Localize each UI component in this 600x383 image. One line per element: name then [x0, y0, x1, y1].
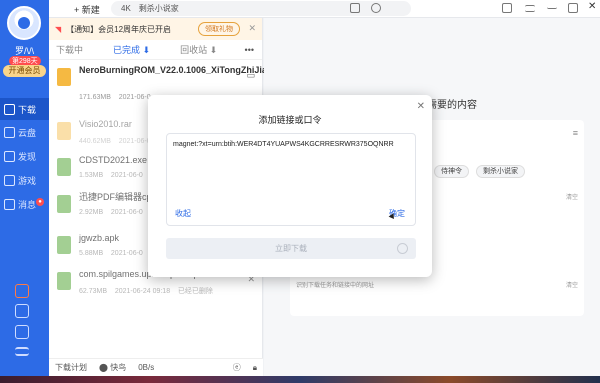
sidebar-item-label: 云盘 [18, 127, 37, 138]
download-now-label: 立即下载 [275, 244, 307, 253]
file-name: Visio2010.rar [79, 119, 132, 129]
shirt-icon[interactable] [502, 3, 512, 13]
download-plan-link[interactable]: 下载计划 [55, 362, 87, 373]
sidebar-item-game[interactable]: 游戏 [0, 169, 49, 191]
message-badge: ● [36, 198, 44, 206]
zip-file-icon [57, 68, 71, 86]
cloud-icon [4, 126, 15, 138]
minimize-icon[interactable] [547, 3, 557, 9]
game-icon [4, 174, 15, 186]
tab-completed[interactable]: 已完成 ⬇ [113, 43, 150, 56]
download-now-button[interactable]: 立即下载 [166, 238, 416, 259]
status-bar: 下载计划 ⬤ 快鸟 0B/s ⓔ 🔒︎ [49, 358, 263, 376]
apk-file-icon [57, 236, 71, 254]
new-task-button[interactable]: + 新建 [69, 2, 105, 16]
file-name: CDSTD2021.exe [79, 155, 148, 165]
search-icon[interactable] [371, 3, 381, 13]
rar-file-icon [57, 122, 71, 140]
sidebar-item-download[interactable]: 下载 [0, 98, 49, 120]
tab-downloading[interactable]: 下载中 [56, 43, 83, 56]
loading-icon [397, 243, 408, 254]
close-icon[interactable]: ✕ [417, 101, 425, 112]
tab-recycle[interactable]: 回收站 ⬇ [180, 43, 217, 56]
notice-text: 【通知】会员12周年庆已开启 [66, 24, 172, 34]
download-icon [4, 103, 15, 115]
exe-file-icon [57, 158, 71, 176]
close-icon[interactable]: ✕ [248, 23, 256, 34]
file-name: jgwzb.apk [79, 233, 120, 243]
menu-icon[interactable] [525, 5, 535, 12]
notice-icon: ◥ [55, 24, 62, 34]
sidebar-item-label: 发现 [18, 151, 37, 162]
sidebar-item-label: 消息 [18, 199, 37, 210]
clear-button[interactable]: 清空 [566, 192, 578, 201]
browser-icon[interactable]: ⓔ [233, 362, 241, 373]
message-icon [4, 198, 15, 210]
sidebar: 罗/\/\ 第298天 开通会员 下载 云盘 发现 游戏 消息 ● [0, 0, 49, 383]
dialog-title: 添加链接或口令 [258, 115, 322, 125]
sidebar-item-label: 游戏 [18, 175, 37, 186]
speed-readout: 0B/s [138, 363, 155, 372]
empty-hint: 识别下载任务和链接中的网址 [296, 283, 375, 289]
folder-icon[interactable] [350, 3, 360, 13]
search-input[interactable]: 4K 剩杀小说家 [111, 1, 411, 16]
desktop-strip [0, 376, 600, 383]
search-text: 剩杀小说家 [138, 4, 179, 13]
get-gift-button[interactable]: 领取礼物 [198, 22, 240, 36]
file-meta: 62.73MB 2021-06-24 09:18 已经已删除 [79, 288, 213, 295]
tag-pill[interactable]: 剩杀小说家 [476, 165, 525, 178]
quality-tag: 4K [121, 4, 131, 13]
list-icon[interactable]: ≡ [573, 128, 578, 138]
sidebar-item-message[interactable]: 消息 ● [0, 193, 49, 215]
crown-icon[interactable] [15, 304, 29, 318]
link-textarea[interactable]: magnet:?xt=urn:btih:WER4DT4YUAPWS4KGCRRE… [166, 133, 416, 226]
file-name: NeroBurningROM_V22.0.1006_XiTongZhiJia.z… [79, 65, 282, 75]
top-bar: + 新建 4K 剩杀小说家 ✕ [49, 0, 600, 18]
apk-file-icon [57, 272, 71, 290]
open-folder-icon[interactable]: ▭ [246, 70, 255, 81]
tag-pill[interactable]: 侍神令 [434, 165, 469, 178]
fire-icon[interactable] [15, 284, 29, 298]
exe-file-icon [57, 195, 71, 213]
maximize-icon[interactable] [568, 3, 578, 13]
open-vip-button[interactable]: 开通会员 [3, 65, 46, 77]
clear-button[interactable]: 清空 [566, 280, 578, 289]
lock-icon[interactable]: 🔒︎ [253, 363, 257, 373]
turbo-label[interactable]: ⬤ 快鸟 [99, 362, 126, 373]
file-meta: 440.62MB 2021-06-0 [79, 138, 151, 145]
notice-banner: ◥ 【通知】会员12周年庆已开启 领取礼物 ✕ [49, 18, 262, 40]
add-link-dialog: 添加链接或口令 ✕ magnet:?xt=urn:btih:WER4DT4YUA… [148, 95, 432, 277]
file-meta: 2.92MB 2021-06-0 [79, 209, 143, 216]
file-meta: 1.53MB 2021-06-0 [79, 172, 143, 179]
file-meta: 171.63MB 2021-06-0 [79, 94, 151, 101]
sidebar-item-cloud[interactable]: 云盘 [0, 121, 49, 143]
more-icon[interactable]: ••• [245, 45, 254, 55]
collapse-link[interactable]: 收起 [175, 208, 191, 219]
menu-icon[interactable] [15, 347, 29, 356]
avatar[interactable] [7, 6, 41, 40]
tab-bar: 下载中 已完成 ⬇ 回收站 ⬇ ••• [49, 40, 262, 60]
section-title: 需要的内容 [427, 100, 477, 111]
file-meta: 5.88MB 2021-06-0 [79, 250, 143, 257]
sidebar-item-discover[interactable]: 发现 [0, 145, 49, 167]
discover-icon [4, 150, 15, 162]
close-icon[interactable]: ✕ [588, 2, 598, 12]
sidebar-item-label: 下载 [18, 104, 37, 115]
phone-icon[interactable] [15, 325, 29, 339]
link-input-value: magnet:?xt=urn:btih:WER4DT4YUAPWS4KGCRRE… [173, 141, 394, 148]
